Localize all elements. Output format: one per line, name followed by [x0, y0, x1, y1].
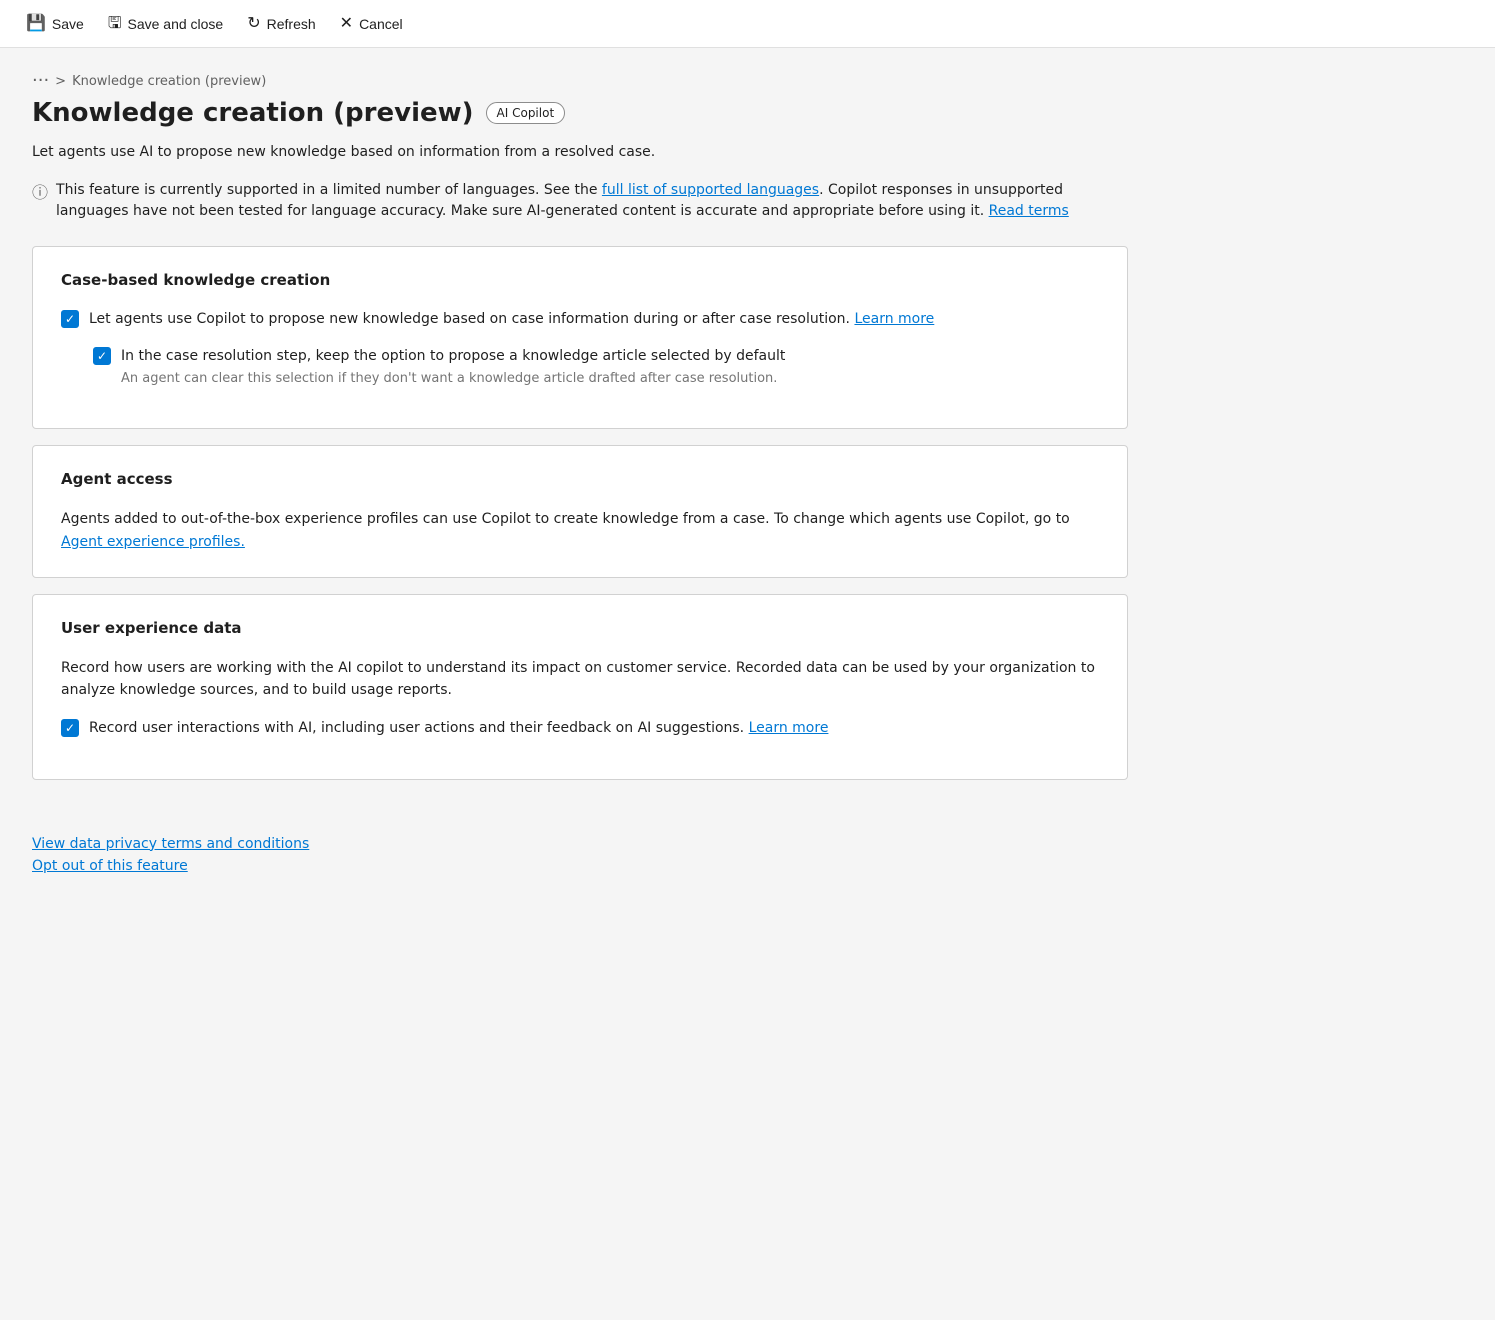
ai-copilot-badge: AI Copilot	[486, 102, 566, 124]
info-text: This feature is currently supported in a…	[56, 180, 1128, 222]
page-title: Knowledge creation (preview)	[32, 98, 474, 128]
learn-more-link-ux[interactable]: Learn more	[749, 720, 829, 736]
breadcrumb: ··· > Knowledge creation (preview)	[32, 72, 1128, 90]
checkbox-1[interactable]	[61, 310, 79, 328]
save-button[interactable]: 💾 Save	[16, 10, 94, 38]
agent-access-text: Agents added to out-of-the-box experienc…	[61, 508, 1099, 553]
save-close-icon: 🖫	[108, 16, 122, 32]
save-and-close-button[interactable]: 🖫 Save and close	[98, 10, 233, 38]
agent-access-card-title: Agent access	[61, 470, 1099, 488]
case-based-card: Case-based knowledge creation Let agents…	[32, 246, 1128, 429]
checkbox-row-1: Let agents use Copilot to propose new kn…	[61, 309, 1099, 330]
supported-languages-link[interactable]: full list of supported languages	[602, 182, 819, 198]
checkbox-ux-label: Record user interactions with AI, includ…	[89, 720, 828, 736]
checkbox-2-sub-label: An agent can clear this selection if the…	[121, 370, 785, 388]
privacy-terms-link[interactable]: View data privacy terms and conditions	[32, 836, 1463, 852]
agent-experience-profiles-link[interactable]: Agent experience profiles.	[61, 534, 245, 550]
read-terms-link[interactable]: Read terms	[989, 203, 1069, 219]
opt-out-link[interactable]: Opt out of this feature	[32, 858, 1463, 874]
save-and-close-label: Save and close	[127, 16, 223, 32]
ux-data-card-title: User experience data	[61, 619, 1099, 637]
info-icon: ⓘ	[32, 181, 48, 205]
checkbox-row-ux: Record user interactions with AI, includ…	[61, 718, 1099, 739]
main-content: ··· > Knowledge creation (preview) Knowl…	[0, 48, 1160, 820]
cancel-button[interactable]: ✕ Cancel	[330, 10, 413, 38]
info-banner: ⓘ This feature is currently supported in…	[32, 180, 1128, 222]
checkbox-1-label: Let agents use Copilot to propose new kn…	[89, 311, 934, 327]
checkbox-2-label: In the case resolution step, keep the op…	[121, 346, 785, 367]
save-label: Save	[52, 16, 84, 32]
agent-access-card: Agent access Agents added to out-of-the-…	[32, 445, 1128, 578]
ux-data-card: User experience data Record how users ar…	[32, 594, 1128, 780]
checkbox-ux-label-wrapper: Record user interactions with AI, includ…	[89, 718, 828, 739]
learn-more-link-1[interactable]: Learn more	[854, 311, 934, 327]
refresh-button[interactable]: ↻ Refresh	[237, 10, 325, 38]
refresh-icon: ↻	[247, 16, 260, 32]
breadcrumb-dots: ···	[32, 72, 49, 90]
footer-links: View data privacy terms and conditions O…	[0, 820, 1495, 890]
info-text-before-link: This feature is currently supported in a…	[56, 182, 602, 198]
checkbox-1-label-wrapper: Let agents use Copilot to propose new kn…	[89, 309, 934, 330]
cancel-label: Cancel	[359, 16, 403, 32]
checkbox-2[interactable]	[93, 347, 111, 365]
breadcrumb-current: Knowledge creation (preview)	[72, 74, 266, 89]
page-description: Let agents use AI to propose new knowled…	[32, 144, 1128, 160]
case-based-card-title: Case-based knowledge creation	[61, 271, 1099, 289]
checkbox-ux[interactable]	[61, 719, 79, 737]
save-icon: 💾	[26, 16, 46, 32]
breadcrumb-separator: >	[55, 74, 66, 89]
page-title-row: Knowledge creation (preview) AI Copilot	[32, 98, 1128, 128]
ux-description: Record how users are working with the AI…	[61, 657, 1099, 702]
cancel-icon: ✕	[340, 16, 353, 32]
toolbar: 💾 Save 🖫 Save and close ↻ Refresh ✕ Canc…	[0, 0, 1495, 48]
checkbox-row-2: In the case resolution step, keep the op…	[93, 346, 1099, 388]
checkbox-2-label-wrapper: In the case resolution step, keep the op…	[121, 346, 785, 388]
refresh-label: Refresh	[267, 16, 316, 32]
